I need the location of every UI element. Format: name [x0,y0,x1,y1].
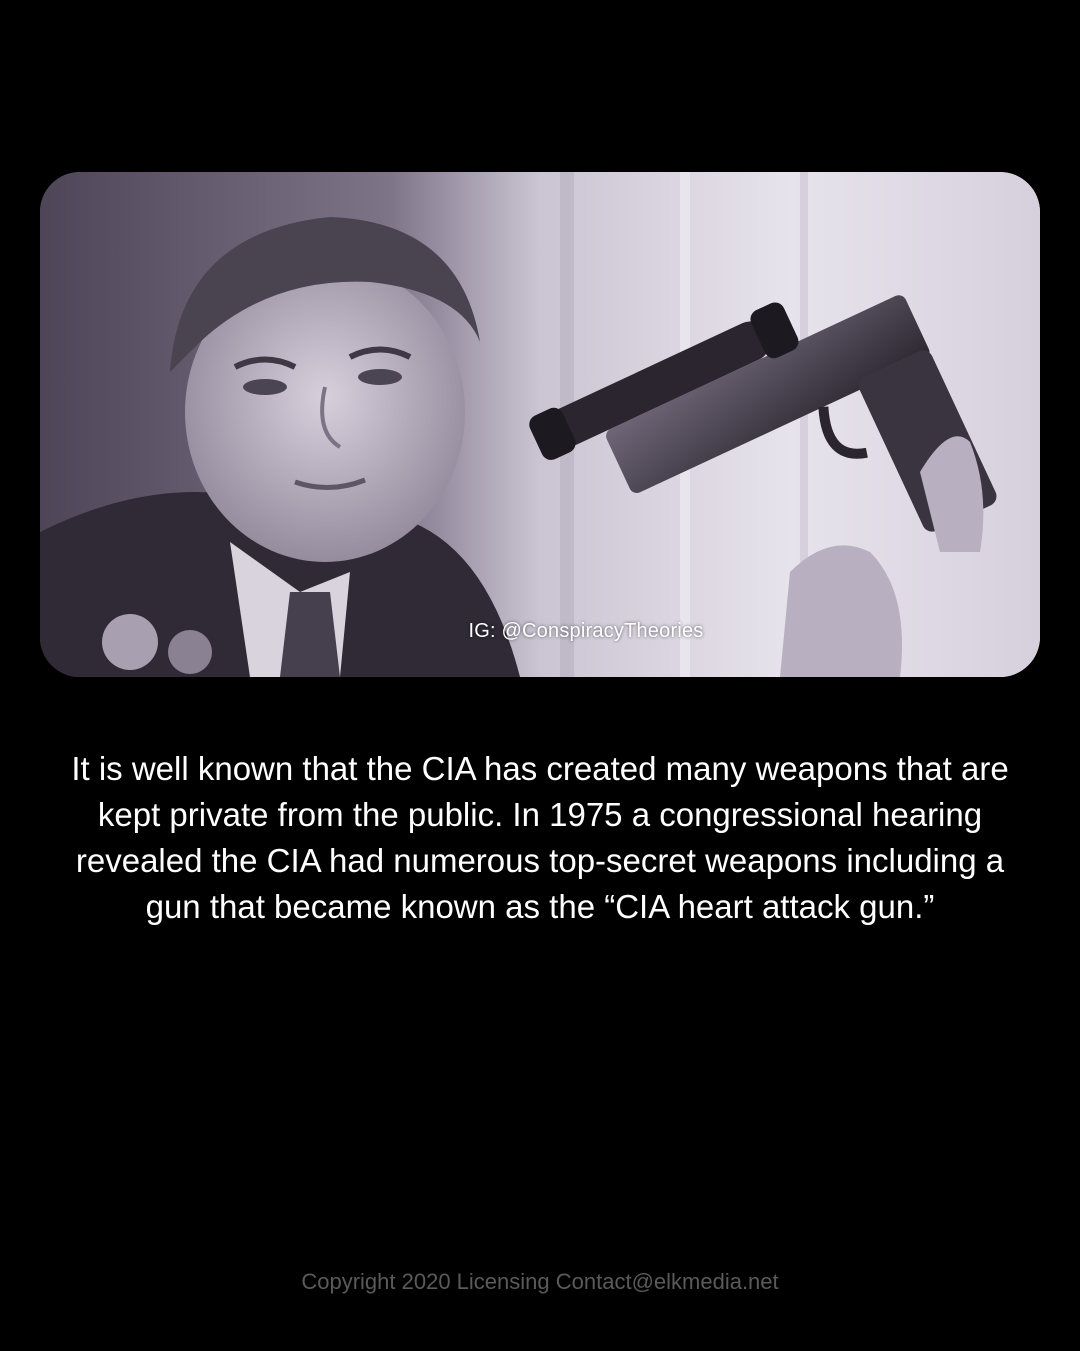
copyright-footer: Copyright 2020 Licensing Contact@elkmedi… [301,1269,779,1294]
hearing-photo-illustration [40,172,1040,677]
watermark-handle: IG: @ConspiracyTheories [468,620,704,642]
hearing-photo: IG: @ConspiracyTheories [40,172,1040,677]
caption-text: It is well known that the CIA has create… [71,750,1009,925]
